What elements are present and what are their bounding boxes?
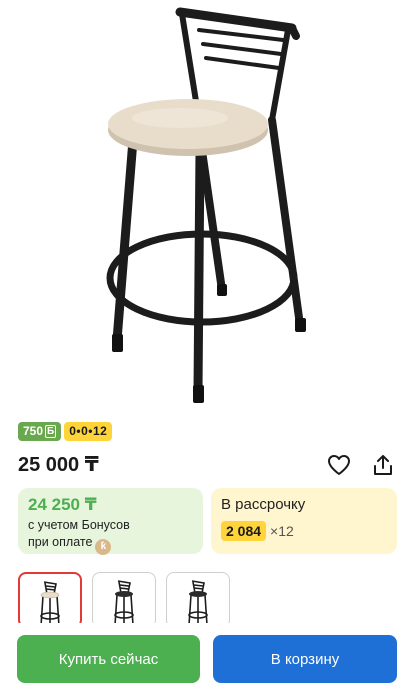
stool-thumbnail-icon (114, 580, 134, 627)
buy-now-button[interactable]: Купить сейчас (17, 635, 200, 683)
bonus-note-line1: с учетом Бонусов (28, 518, 130, 532)
installment-card[interactable]: В рассрочку 2 084 ×12 (211, 488, 397, 554)
product-image[interactable] (0, 0, 414, 412)
bar-stool-illustration (106, 7, 306, 403)
share-button[interactable] (370, 452, 396, 478)
thumbnail-strip (18, 572, 230, 628)
bonus-currency-icon: Б (45, 425, 57, 438)
bonus-note-line2: при оплате (28, 535, 93, 549)
bonus-price-card[interactable]: 24 250 ₸ с учетом Бонусов при оплате ƙ (18, 488, 203, 555)
installment-amount: 2 084 (221, 521, 267, 541)
bonus-note-line2-wrap: при оплате ƙ (28, 534, 193, 555)
favorite-button[interactable] (326, 452, 352, 478)
thumbnail-1[interactable] (18, 572, 82, 628)
thumbnail-2[interactable] (92, 572, 156, 628)
bottom-action-bar: Купить сейчас В корзину (0, 623, 414, 699)
heart-icon (328, 455, 350, 475)
kaspi-logo-icon: ƙ (95, 539, 112, 555)
add-to-cart-button[interactable]: В корзину (213, 635, 397, 683)
installment-title: В рассрочку (221, 496, 306, 513)
thumbnail-3[interactable] (166, 572, 230, 628)
stool-thumbnail-icon (188, 580, 208, 627)
bonus-badge: 750 Б (18, 422, 62, 441)
bonus-price: 24 250 ₸ (28, 495, 97, 514)
bonus-note: с учетом Бонусов при оплате ƙ (28, 517, 193, 555)
installment-badge: 0•0•12 (64, 422, 113, 441)
installment-multiplier: ×12 (270, 523, 294, 539)
share-icon (374, 455, 392, 475)
installment-row: 2 084 ×12 (221, 521, 387, 541)
stool-thumbnail-icon (40, 581, 60, 626)
price-row: 25 000 ₸ (18, 450, 398, 480)
promo-badges: 750 Б 0•0•12 (18, 422, 113, 441)
bonus-badge-amount: 750 (23, 424, 44, 438)
